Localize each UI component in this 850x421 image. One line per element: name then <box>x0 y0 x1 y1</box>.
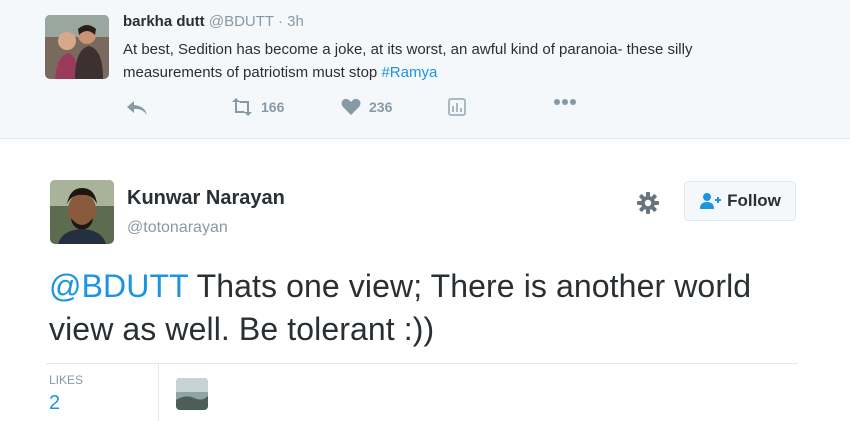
avatar[interactable] <box>45 15 109 79</box>
reply-icon <box>127 101 147 115</box>
follow-user-icon <box>700 193 722 209</box>
author-handle[interactable]: @BDUTT <box>209 13 274 30</box>
retweet-icon <box>232 98 252 116</box>
more-icon <box>554 99 576 105</box>
liker-avatar[interactable] <box>176 378 208 410</box>
retweet-count: 166 <box>261 99 285 115</box>
likes-count[interactable]: 2 <box>49 392 60 415</box>
follow-label: Follow <box>727 191 781 210</box>
more-button[interactable] <box>553 98 577 106</box>
avatar-image <box>50 180 114 244</box>
separator: · <box>277 13 283 30</box>
tweet-text: At best, Sedition has become a joke, at … <box>123 38 763 84</box>
avatar-image <box>45 15 109 79</box>
tweet-header: barkha dutt @BDUTT · 3h <box>123 13 304 30</box>
parent-tweet[interactable]: barkha dutt @BDUTT · 3h At best, Seditio… <box>0 0 850 139</box>
reply-button[interactable] <box>125 98 149 118</box>
settings-button[interactable] <box>636 191 660 215</box>
likes-label: LIKES <box>49 373 84 387</box>
mention-link[interactable]: @BDUTT <box>49 268 188 304</box>
follow-button[interactable]: Follow <box>684 181 796 221</box>
author-name[interactable]: barkha dutt <box>123 13 205 30</box>
heart-icon <box>341 98 361 115</box>
hashtag-link[interactable]: #Ramya <box>381 64 437 81</box>
main-tweet: Kunwar Narayan @totonarayan Follow @BDUT… <box>0 139 850 421</box>
analytics-button[interactable] <box>448 98 466 116</box>
avatar[interactable] <box>50 180 114 244</box>
tweet-text: @BDUTT Thats one view; There is another … <box>49 265 809 351</box>
like-button[interactable]: 236 <box>341 98 392 116</box>
stats-divider <box>158 364 159 421</box>
author-handle[interactable]: @totonarayan <box>127 219 228 237</box>
author-name[interactable]: Kunwar Narayan <box>127 187 285 210</box>
like-count: 236 <box>369 99 393 115</box>
retweet-button[interactable]: 166 <box>231 98 284 116</box>
gear-icon <box>637 192 659 214</box>
timestamp[interactable]: 3h <box>287 13 304 30</box>
analytics-icon <box>448 98 466 116</box>
liker-avatar-image <box>176 378 208 410</box>
